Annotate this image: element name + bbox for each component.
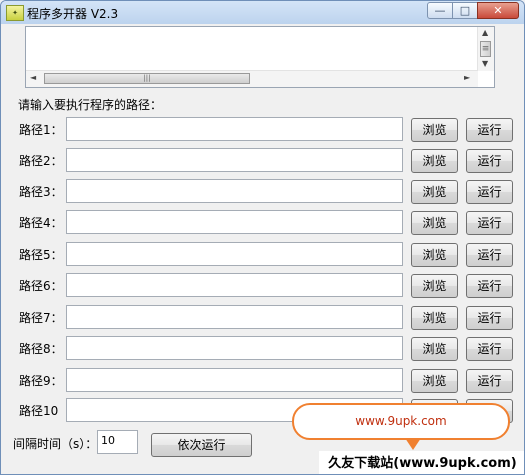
path-input[interactable] <box>66 273 403 297</box>
path-input[interactable] <box>66 305 403 329</box>
browse-button[interactable]: 浏览 <box>411 337 458 361</box>
path-label: 路径10 <box>19 404 59 418</box>
maximize-icon: □ <box>459 4 471 17</box>
browse-button[interactable]: 浏览 <box>411 118 458 142</box>
run-button[interactable]: 运行 <box>466 337 513 361</box>
path-row: 路径9： 浏览 运行 <box>1 367 524 393</box>
browse-button[interactable]: 浏览 <box>411 274 458 298</box>
close-icon: ✕ <box>493 4 503 17</box>
path-row: 路径1： 浏览 运行 <box>1 116 524 142</box>
browse-button[interactable]: 浏览 <box>411 211 458 235</box>
path-label: 路径8： <box>19 342 63 356</box>
path-label: 路径1： <box>19 123 63 137</box>
run-button[interactable]: 运行 <box>466 211 513 235</box>
path-input[interactable] <box>66 210 403 234</box>
vertical-scrollbar[interactable]: ▲ ≡ ▼ <box>477 27 494 71</box>
path-row: 路径4： 浏览 运行 <box>1 209 524 235</box>
browse-button[interactable]: 浏览 <box>411 243 458 267</box>
path-input[interactable] <box>66 117 403 141</box>
scroll-up-icon[interactable]: ▲ <box>482 28 488 37</box>
run-button[interactable]: 运行 <box>466 243 513 267</box>
run-button[interactable]: 运行 <box>466 306 513 330</box>
interval-label: 间隔时间（s）： <box>13 437 98 451</box>
app-window: ✦ 程序多开器 V2.3 — □ ✕ ▲ ≡ ▼ ◄ ||| ► 请输入要执行程… <box>0 0 525 475</box>
path-row: 路径5： 浏览 运行 <box>1 241 524 267</box>
close-button[interactable]: ✕ <box>477 2 519 19</box>
run-button[interactable]: 运行 <box>466 369 513 393</box>
path-input[interactable] <box>66 179 403 203</box>
horizontal-scroll-thumb[interactable]: ||| <box>44 73 250 84</box>
browse-button[interactable]: 浏览 <box>411 369 458 393</box>
path-input[interactable] <box>66 148 403 172</box>
run-button[interactable]: 运行 <box>466 149 513 173</box>
interval-input[interactable]: 10 <box>97 430 138 454</box>
watermark-bubble-tail <box>405 438 421 450</box>
maximize-button[interactable]: □ <box>452 2 478 19</box>
path-label: 路径7： <box>19 311 63 325</box>
instruction-label: 请输入要执行程序的路径： <box>18 98 163 112</box>
log-textarea[interactable]: ▲ ≡ ▼ ◄ ||| ► <box>25 26 495 88</box>
path-input[interactable] <box>66 242 403 266</box>
browse-button[interactable]: 浏览 <box>411 306 458 330</box>
app-icon: ✦ <box>6 5 24 21</box>
path-row: 路径3： 浏览 运行 <box>1 178 524 204</box>
scroll-left-icon[interactable]: ◄ <box>30 73 36 82</box>
path-label: 路径2： <box>19 154 63 168</box>
browse-button[interactable]: 浏览 <box>411 180 458 204</box>
path-row: 路径8： 浏览 运行 <box>1 335 524 361</box>
path-label: 路径4： <box>19 216 63 230</box>
watermark-bar: 久友下载站(www.9upk.com) <box>319 451 524 474</box>
title-bar[interactable]: ✦ 程序多开器 V2.3 — □ ✕ <box>1 1 524 24</box>
path-input[interactable] <box>66 336 403 360</box>
run-button[interactable]: 运行 <box>466 180 513 204</box>
path-row: 路径6： 浏览 运行 <box>1 272 524 298</box>
path-label: 路径3： <box>19 185 63 199</box>
browse-button[interactable]: 浏览 <box>411 149 458 173</box>
scroll-right-icon[interactable]: ► <box>464 73 470 82</box>
run-button[interactable]: 运行 <box>466 274 513 298</box>
path-label: 路径5： <box>19 248 63 262</box>
path-input[interactable] <box>66 368 403 392</box>
horizontal-scrollbar[interactable]: ◄ ||| ► <box>26 70 478 87</box>
watermark-bubble: www.9upk.com <box>292 403 510 440</box>
run-button[interactable]: 运行 <box>466 118 513 142</box>
scroll-grip-icon: ||| <box>143 74 151 82</box>
window-title: 程序多开器 V2.3 <box>27 7 119 21</box>
path-label: 路径6： <box>19 279 63 293</box>
path-label: 路径9： <box>19 374 63 388</box>
path-row: 路径2： 浏览 运行 <box>1 147 524 173</box>
vertical-scroll-thumb[interactable]: ≡ <box>480 41 491 57</box>
scroll-grip-icon: ≡ <box>481 44 490 54</box>
minimize-button[interactable]: — <box>427 2 453 19</box>
scroll-down-icon[interactable]: ▼ <box>482 59 488 68</box>
path-row: 路径7： 浏览 运行 <box>1 304 524 330</box>
run-sequentially-button[interactable]: 依次运行 <box>151 433 252 457</box>
minimize-icon: — <box>434 4 446 17</box>
